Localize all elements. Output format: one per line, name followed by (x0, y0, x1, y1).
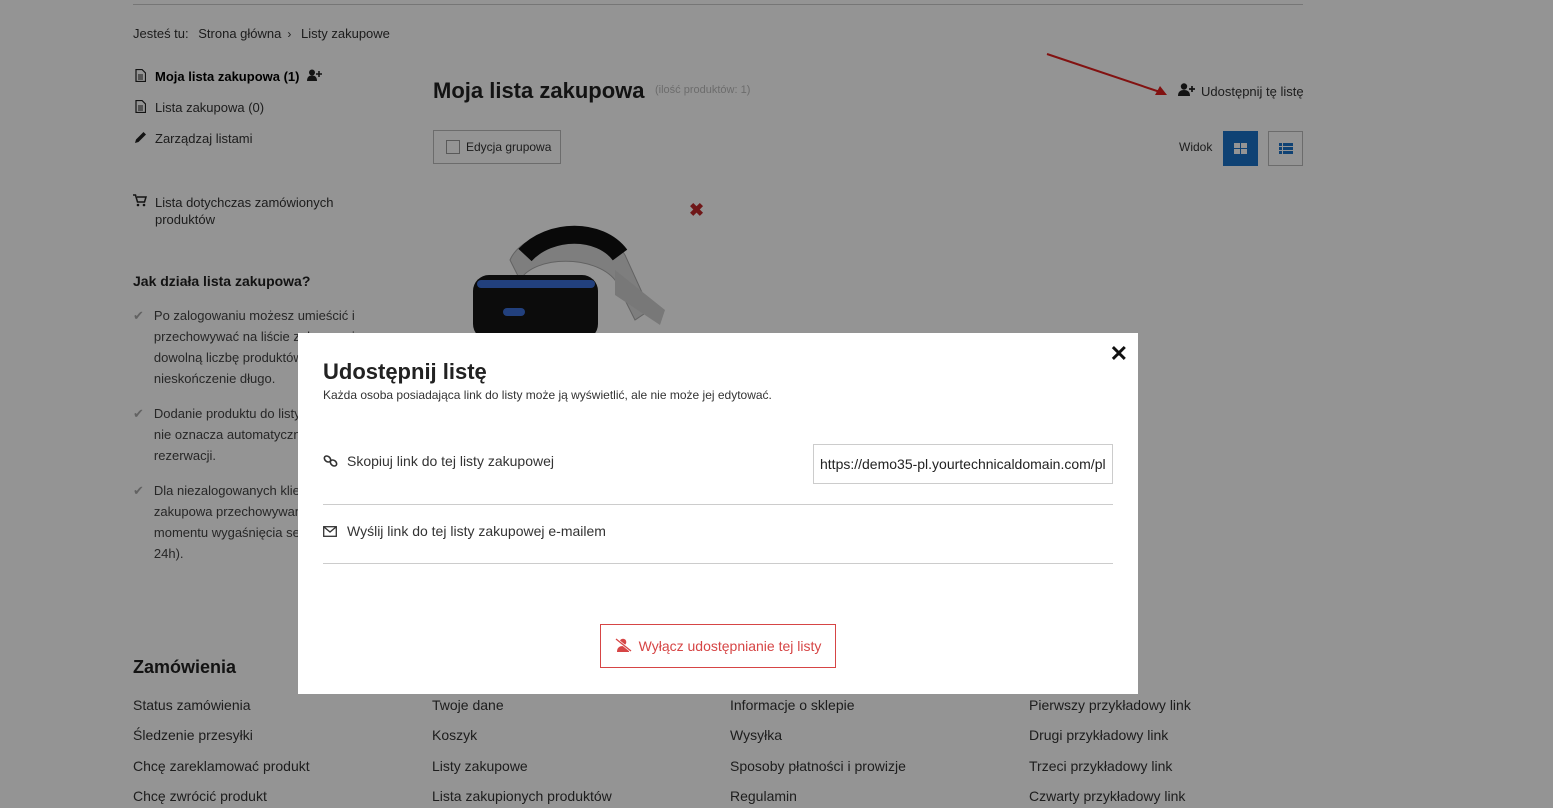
email-link-row[interactable]: Wyślij link do tej listy zakupowej e-mai… (323, 523, 1113, 539)
close-icon[interactable]: ✕ (1110, 341, 1128, 367)
modal-subtitle: Każda osoba posiadająca link do listy mo… (323, 388, 772, 402)
email-link-label: Wyślij link do tej listy zakupowej e-mai… (347, 523, 606, 539)
modal-title: Udostępnij listę (323, 359, 487, 384)
link-icon (323, 454, 339, 468)
user-slash-icon (614, 637, 633, 655)
share-link-input[interactable] (813, 444, 1113, 484)
envelope-icon (323, 525, 339, 537)
divider (323, 563, 1113, 564)
copy-link-label: Skopiuj link do tej listy zakupowej (347, 453, 554, 469)
share-list-modal: ✕ Udostępnij listę Każda osoba posiadają… (298, 333, 1138, 694)
disable-sharing-button[interactable]: Wyłącz udostępnianie tej listy (600, 624, 836, 668)
disable-sharing-label: Wyłącz udostępnianie tej listy (638, 638, 822, 654)
divider (323, 504, 1113, 505)
